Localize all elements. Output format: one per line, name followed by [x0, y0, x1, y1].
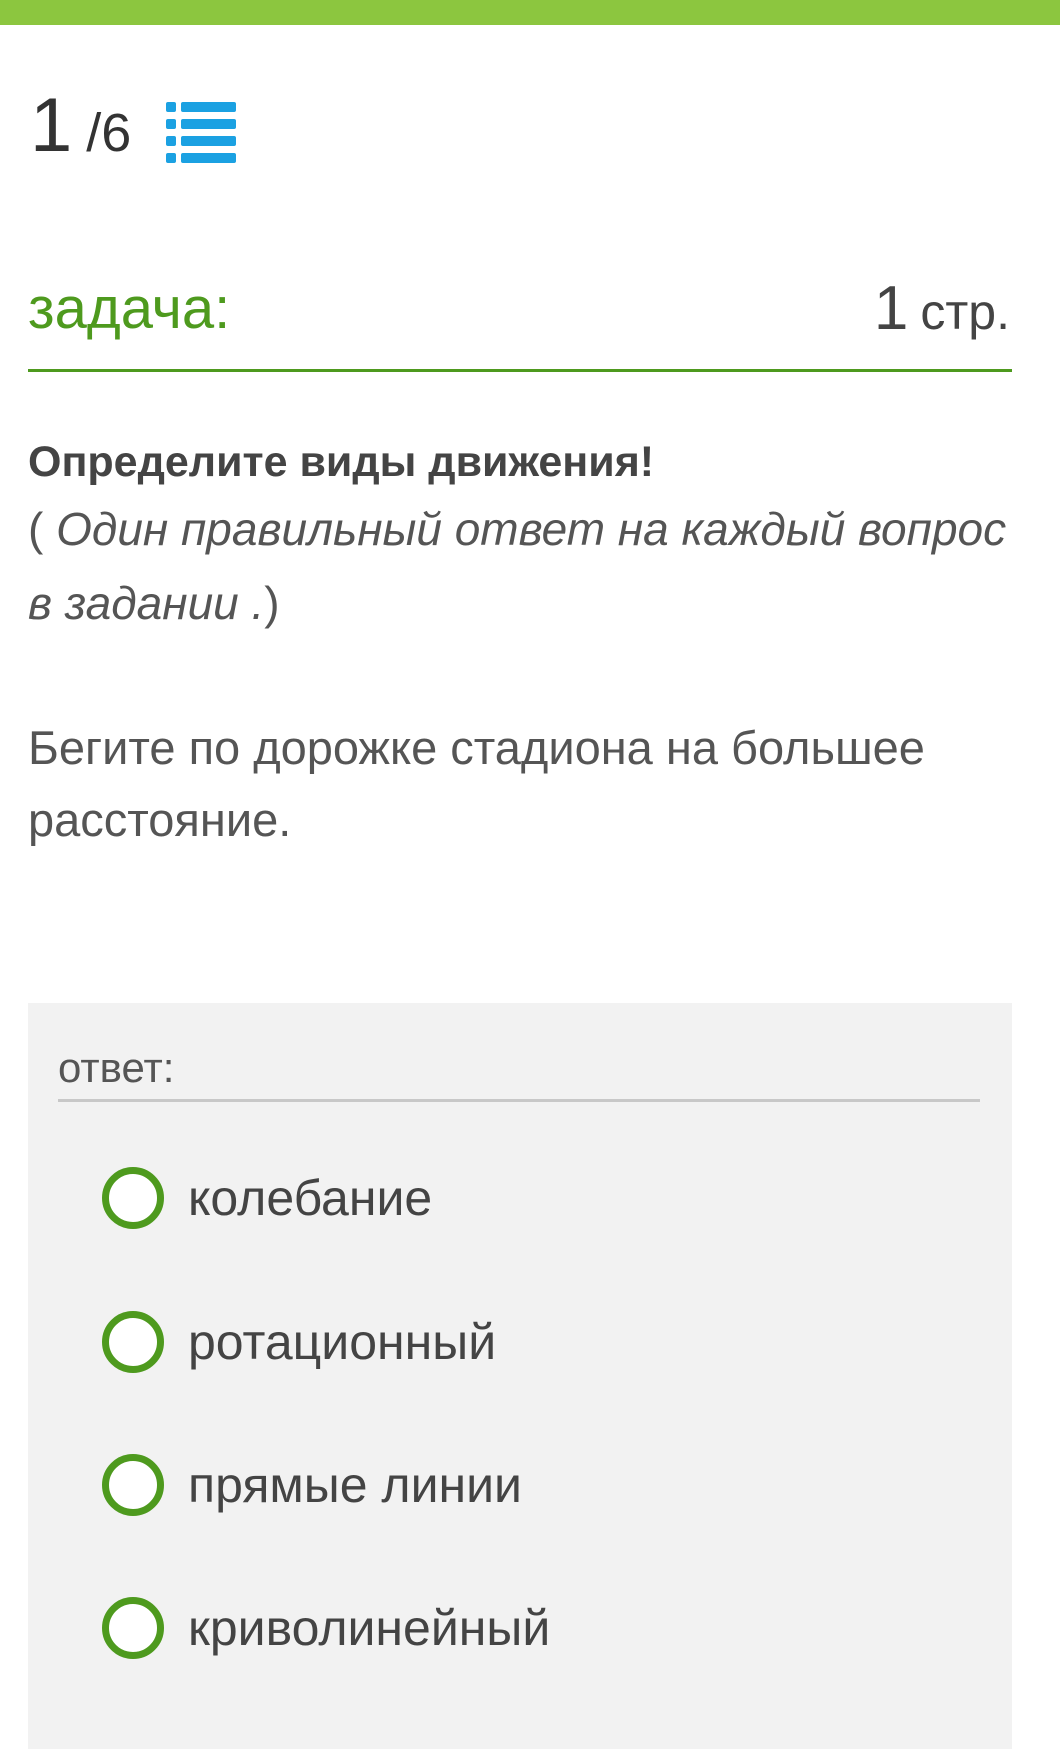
instruction-title: Определите виды движения! — [28, 438, 655, 486]
radio-button[interactable] — [102, 1167, 164, 1229]
answer-option[interactable]: криволинейный — [102, 1593, 550, 1663]
answer-option[interactable]: колебание — [102, 1163, 432, 1233]
answer-option[interactable]: прямые линии — [102, 1450, 522, 1520]
total-questions: 6 — [101, 103, 132, 163]
points-unit: стр. — [920, 284, 1010, 340]
task-header: задача: 1 стр. — [28, 265, 1012, 372]
option-label: криволинейный — [188, 1600, 551, 1656]
task-points: 1 стр. — [874, 273, 1010, 344]
top-accent-bar — [0, 0, 1060, 25]
radio-button[interactable] — [102, 1454, 164, 1516]
instruction-hint: ( Один правильный ответ на каждый вопрос… — [28, 492, 1028, 640]
hint-text: Один правильный ответ на каждый вопрос в… — [28, 503, 1007, 629]
answer-option[interactable]: ротационный — [102, 1307, 496, 1377]
points-value: 1 — [873, 274, 909, 343]
task-label: задача: — [28, 276, 231, 341]
question-counter: 1 / 6 — [30, 88, 131, 168]
radio-button[interactable] — [102, 1311, 164, 1373]
answer-panel: ответ: колебание ротационный прямые лини… — [28, 1003, 1012, 1749]
option-label: колебание — [188, 1170, 433, 1226]
list-icon[interactable] — [166, 100, 236, 164]
radio-button[interactable] — [102, 1597, 164, 1659]
question-text: Бегите по дорожке стадиона на большее ра… — [28, 721, 925, 846]
option-label: ротационный — [188, 1314, 497, 1370]
counter-separator: / — [86, 103, 102, 163]
hint-open-paren: ( — [28, 503, 57, 555]
option-label: прямые линии — [188, 1457, 522, 1513]
instruction-block: Определите виды движения! ( Один правиль… — [28, 432, 1028, 640]
current-question-number: 1 — [30, 83, 73, 168]
answer-label: ответ: — [58, 1041, 980, 1102]
hint-close-paren: ) — [264, 577, 280, 629]
